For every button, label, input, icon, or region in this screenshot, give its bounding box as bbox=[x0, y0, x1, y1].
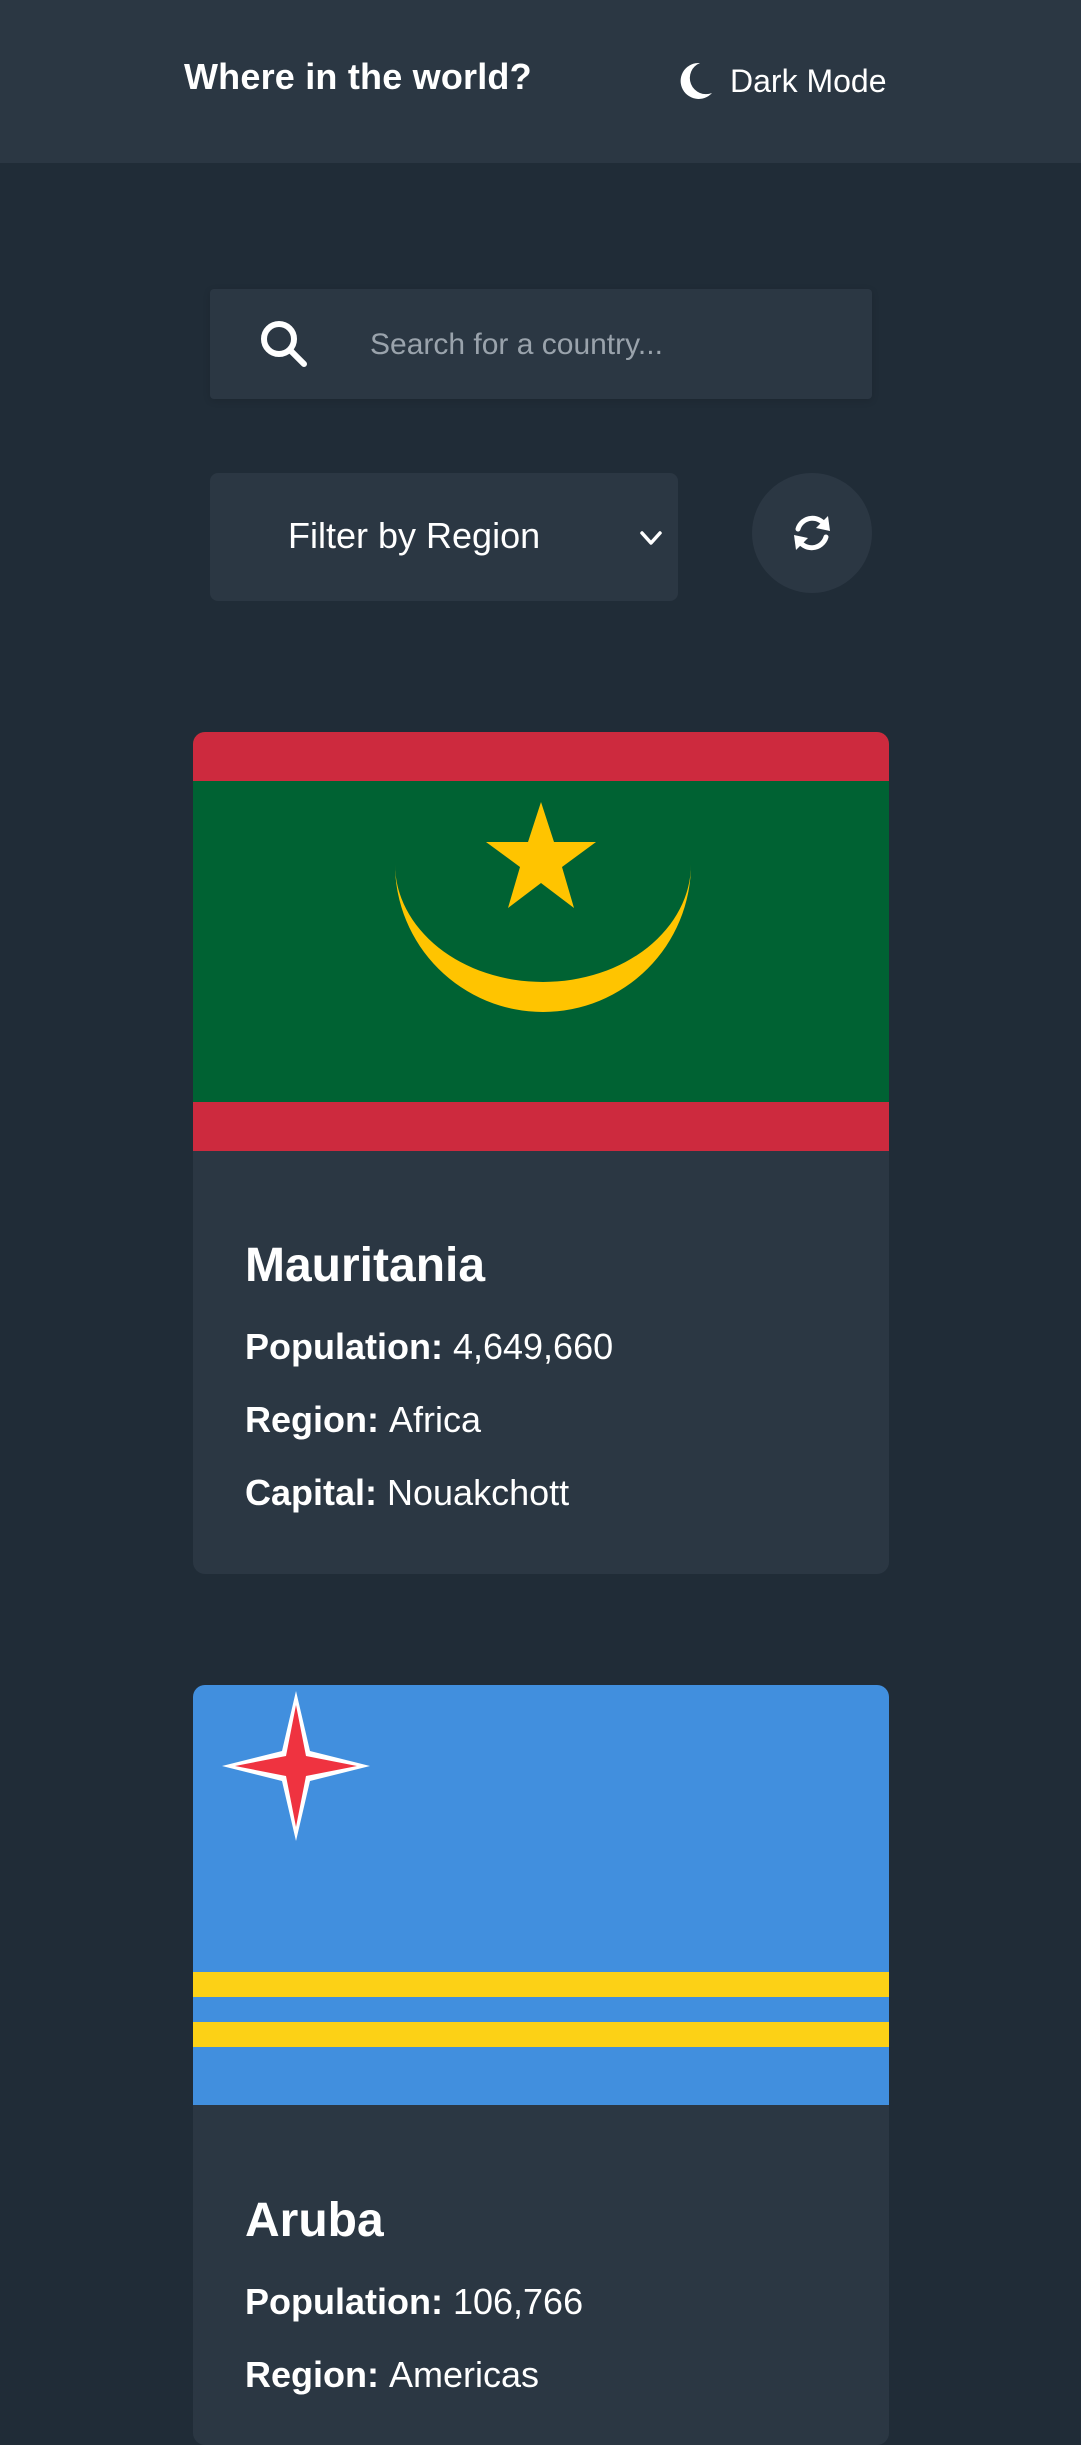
population-label: Population: bbox=[245, 1326, 453, 1367]
country-card[interactable]: Aruba Population: 106,766 Region: Americ… bbox=[193, 1685, 889, 2445]
capital-value: Nouakchott bbox=[387, 1472, 570, 1513]
region-value: Americas bbox=[388, 2354, 540, 2395]
app-title: Where in the world? bbox=[184, 56, 532, 97]
chevron-down-icon bbox=[640, 531, 662, 545]
population-row: Population: 4,649,660 bbox=[245, 1326, 613, 1368]
dark-mode-label: Dark Mode bbox=[730, 62, 887, 99]
mauritania-flag bbox=[193, 732, 889, 1151]
region-label: Region: bbox=[245, 2354, 389, 2395]
region-label: Region: bbox=[245, 1399, 389, 1440]
region-value: Africa bbox=[388, 1399, 482, 1440]
refresh-icon bbox=[794, 515, 830, 551]
population-label: Population: bbox=[245, 2281, 453, 2322]
region-filter-label: Filter by Region bbox=[288, 515, 541, 556]
population-value: 4,649,660 bbox=[452, 1326, 614, 1367]
region-row: Region: Americas bbox=[245, 2354, 539, 2396]
refresh-button[interactable] bbox=[752, 473, 872, 593]
population-value: 106,766 bbox=[452, 2281, 584, 2322]
country-name: Mauritania bbox=[245, 1239, 486, 1292]
country-card[interactable]: Mauritania Population: 4,649,660 Region:… bbox=[193, 732, 889, 1574]
population-row: Population: 106,766 bbox=[245, 2281, 583, 2323]
country-name: Aruba bbox=[245, 2194, 384, 2247]
search-icon[interactable] bbox=[258, 318, 310, 370]
capital-label: Capital: bbox=[245, 1472, 388, 1513]
capital-row: Capital: Nouakchott bbox=[245, 1472, 569, 1514]
region-filter-dropdown[interactable]: Filter by Region bbox=[210, 473, 678, 601]
search-input[interactable] bbox=[368, 289, 852, 401]
aruba-flag bbox=[193, 1685, 889, 2105]
moon-icon bbox=[680, 62, 712, 99]
dark-mode-toggle[interactable]: Dark Mode bbox=[678, 58, 887, 104]
app-header: Where in the world? Dark Mode bbox=[0, 0, 1081, 163]
search-box bbox=[210, 289, 872, 401]
region-row: Region: Africa bbox=[245, 1399, 481, 1441]
